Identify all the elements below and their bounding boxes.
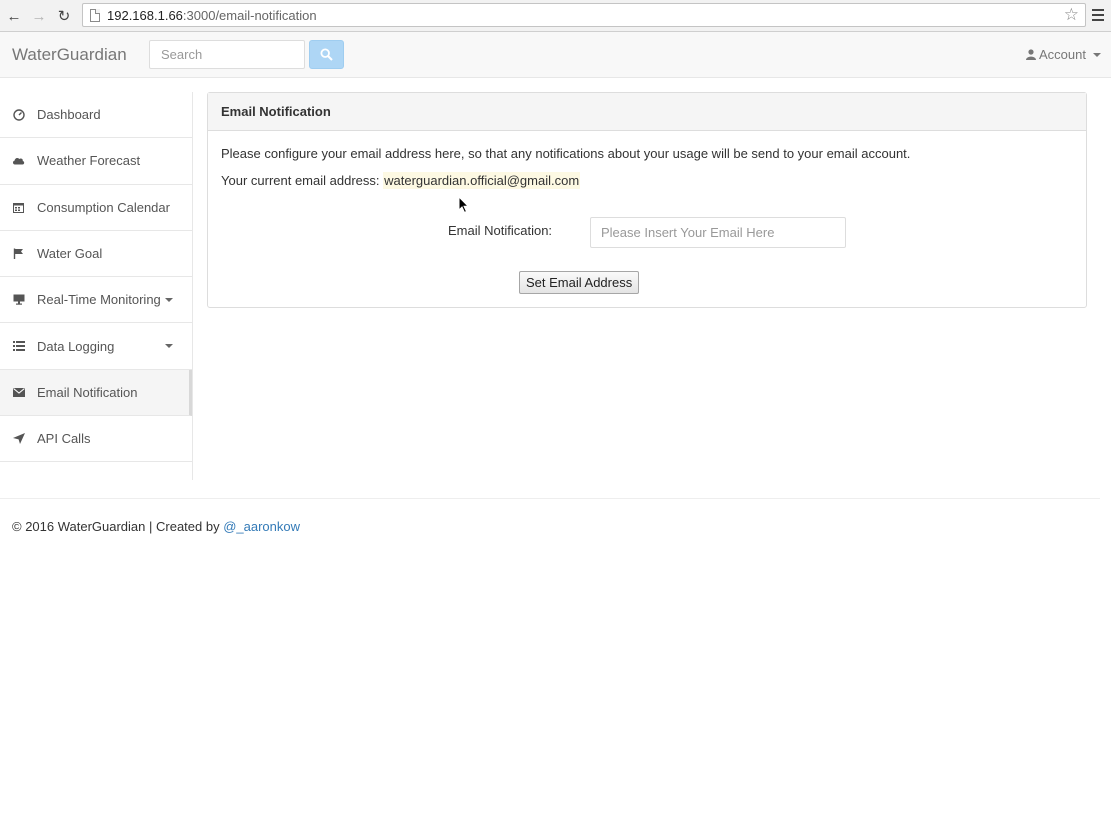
- search-input[interactable]: [149, 40, 305, 69]
- sidebar-item-weather-forecast[interactable]: Weather Forecast: [0, 138, 192, 185]
- sidebar-item-consumption-calendar[interactable]: Consumption Calendar: [0, 185, 192, 231]
- sidebar-item-water-goal[interactable]: Water Goal: [0, 231, 192, 278]
- chevron-down-icon: [165, 298, 173, 303]
- footer-divider: [0, 498, 1100, 499]
- sidebar-item-label: Water Goal: [37, 246, 103, 262]
- email-field-label: Email Notification:: [448, 223, 553, 238]
- flag-icon: [12, 247, 25, 260]
- page-icon: [90, 9, 100, 22]
- sidebar-item-label: Weather Forecast: [37, 153, 141, 169]
- dashboard-icon: [12, 108, 25, 121]
- url-host: 192.168.1.66: [107, 8, 183, 23]
- mouse-pointer-icon: [458, 196, 470, 214]
- address-bar[interactable]: 192.168.1.66:3000/email-notification ☆: [82, 3, 1086, 27]
- email-field[interactable]: [590, 217, 846, 248]
- calendar-icon: [12, 201, 25, 214]
- chevron-down-icon: [165, 344, 173, 349]
- sidebar-item-label: Dashboard: [37, 107, 101, 123]
- envelope-icon: [12, 386, 25, 399]
- panel-body: Please configure your email address here…: [208, 131, 1086, 203]
- panel-title: Email Notification: [208, 93, 1086, 131]
- list-icon: [12, 340, 25, 353]
- sidebar-item-email-notification[interactable]: Email Notification: [0, 369, 192, 417]
- sidebar-item-data-logging[interactable]: Data Logging: [0, 323, 192, 370]
- sidebar-item-label: API Calls: [37, 431, 91, 447]
- sidebar-item-api-calls[interactable]: API Calls: [0, 416, 192, 463]
- account-dropdown[interactable]: Account: [1026, 47, 1101, 62]
- forward-arrow-icon[interactable]: →: [30, 6, 48, 26]
- user-icon: [1026, 49, 1037, 60]
- sidebar: Dashboard Weather Forecast Consumption C…: [0, 92, 193, 480]
- sidebar-item-label: Data Logging: [37, 338, 115, 354]
- browser-toolbar: ← → ↻ 192.168.1.66:3000/email-notificati…: [0, 0, 1111, 32]
- url-path: :3000/email-notification: [182, 8, 317, 23]
- sidebar-item-dashboard[interactable]: Dashboard: [0, 92, 192, 139]
- send-icon: [12, 432, 25, 445]
- sidebar-item-label: Email Notification: [37, 384, 138, 400]
- search-icon: [320, 48, 333, 61]
- footer-text: © 2016 WaterGuardian | Created by: [12, 519, 220, 534]
- sidebar-item-label: Consumption Calendar: [37, 199, 170, 215]
- top-navbar: WaterGuardian Account: [0, 32, 1111, 78]
- reload-icon[interactable]: ↻: [55, 6, 73, 26]
- sidebar-item-real-time-monitoring[interactable]: Real-Time Monitoring: [0, 277, 192, 324]
- search-button[interactable]: [309, 40, 344, 69]
- current-email-label: Your current email address:: [221, 173, 380, 188]
- sidebar-item-label: Real-Time Monitoring: [37, 292, 161, 308]
- cloud-icon: [12, 154, 25, 167]
- browser-menu-icon[interactable]: [1092, 9, 1104, 21]
- panel-description: Please configure your email address here…: [221, 146, 911, 161]
- url-text[interactable]: 192.168.1.66:3000/email-notification: [107, 8, 317, 23]
- chevron-down-icon: [1093, 52, 1101, 57]
- account-label: Account: [1039, 47, 1086, 62]
- monitor-icon: [12, 293, 25, 306]
- email-notification-panel: Email Notification Please configure your…: [207, 92, 1087, 308]
- author-link[interactable]: @_aaronkow: [223, 519, 300, 534]
- bookmark-star-icon[interactable]: ☆: [1064, 5, 1079, 25]
- set-email-button[interactable]: Set Email Address: [519, 271, 640, 294]
- current-email-value: waterguardian.official@gmail.com: [383, 172, 581, 189]
- footer: © 2016 WaterGuardian | Created by @_aaro…: [12, 519, 300, 534]
- back-arrow-icon[interactable]: ←: [5, 6, 23, 26]
- brand-logo-text[interactable]: WaterGuardian: [12, 45, 127, 65]
- current-email-line: Your current email address: waterguardia…: [221, 172, 1073, 189]
